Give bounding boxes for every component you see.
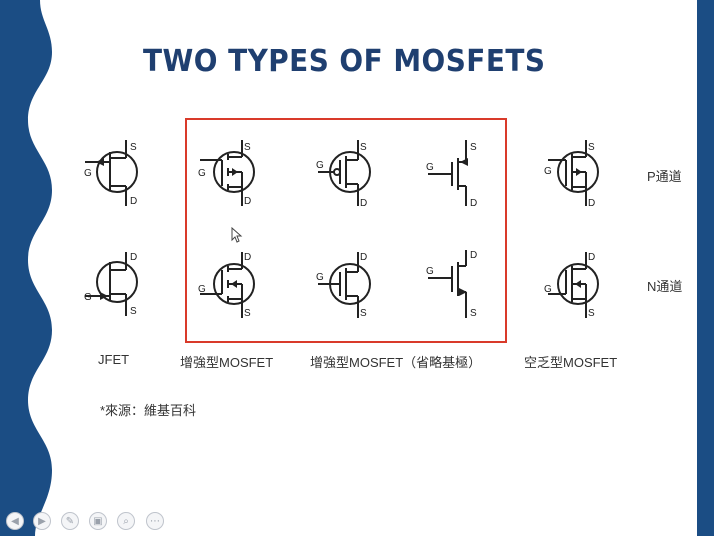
svg-text:S: S: [360, 308, 367, 319]
svg-text:S: S: [470, 308, 477, 319]
svg-text:D: D: [130, 196, 137, 207]
slides-icon: ▣: [93, 515, 103, 527]
svg-text:D: D: [470, 250, 477, 261]
more-button[interactable]: ⋯: [146, 512, 164, 530]
svg-text:D: D: [470, 198, 477, 209]
caption-jfet: JFET: [98, 352, 130, 367]
ellipsis-icon: ⋯: [150, 515, 160, 527]
svg-text:S: S: [470, 142, 477, 153]
magnifier-icon: ⌕: [123, 515, 129, 527]
mouse-cursor-icon: [231, 227, 243, 243]
caption-enhancement: 增強型MOSFET: [180, 355, 274, 370]
simplified-n-symbol: [428, 250, 467, 318]
source-note: *來源：維基百科: [100, 403, 197, 418]
svg-text:G: G: [198, 284, 206, 295]
caption-depletion: 空乏型MOSFET: [524, 355, 618, 370]
svg-text:G: G: [84, 168, 92, 179]
svg-text:G: G: [84, 292, 92, 303]
svg-text:G: G: [544, 284, 552, 295]
svg-text:S: S: [130, 306, 137, 317]
svg-text:G: G: [426, 266, 434, 277]
caption-enhancement-simplified: 增強型MOSFET（省略基極）: [310, 355, 482, 370]
transistor-symbols: S G D D G S S G D D G S S G D D G S S G D D G S S G D D G S: [84, 140, 599, 319]
svg-text:S: S: [588, 142, 595, 153]
label-p-channel: P通道: [647, 169, 682, 184]
pen-button[interactable]: ✎: [61, 512, 79, 530]
svg-text:D: D: [360, 252, 367, 263]
svg-text:G: G: [426, 162, 434, 173]
next-slide-button[interactable]: ▶: [33, 512, 51, 530]
svg-text:D: D: [244, 252, 251, 263]
svg-text:S: S: [244, 142, 251, 153]
slides-button[interactable]: ▣: [89, 512, 107, 530]
svg-text:S: S: [588, 308, 595, 319]
svg-text:S: S: [244, 308, 251, 319]
svg-text:G: G: [198, 168, 206, 179]
pen-icon: ✎: [65, 515, 75, 527]
svg-text:S: S: [360, 142, 367, 153]
svg-text:D: D: [588, 252, 595, 263]
zoom-button[interactable]: ⌕: [117, 512, 135, 530]
label-n-channel: N通道: [647, 279, 683, 294]
previous-slide-button[interactable]: ◀: [6, 512, 24, 530]
svg-text:D: D: [588, 198, 595, 209]
svg-text:G: G: [544, 166, 552, 177]
svg-text:G: G: [316, 272, 324, 283]
svg-text:S: S: [130, 142, 137, 153]
svg-text:G: G: [316, 160, 324, 171]
svg-text:D: D: [130, 252, 137, 263]
svg-text:D: D: [244, 196, 251, 207]
svg-text:D: D: [360, 198, 367, 209]
simplified-p-symbol: [428, 140, 468, 206]
triangle-right-icon: ▶: [38, 515, 46, 527]
triangle-left-icon: ◀: [11, 515, 19, 527]
